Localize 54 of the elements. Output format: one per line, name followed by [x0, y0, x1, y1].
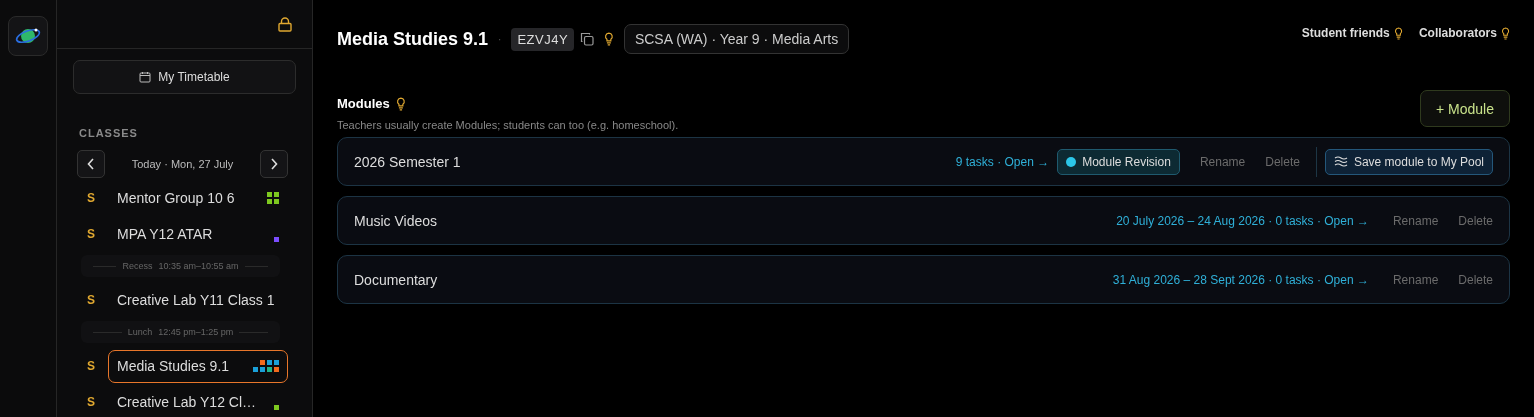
modules-hint: Teachers usually create Modules; students can too (e.g. homeschool).	[337, 119, 679, 131]
class-item[interactable]: Creative Lab Y11 Class 1	[108, 283, 288, 317]
lightbulb-icon	[604, 32, 614, 46]
chevron-right-icon	[270, 158, 278, 170]
copy-icon[interactable]	[580, 32, 595, 46]
waves-icon	[1333, 156, 1348, 167]
break-time: 12:45 pm–1:25 pm	[158, 327, 234, 337]
header-link[interactable]: Student friends	[1301, 26, 1403, 40]
orb-icon	[1066, 156, 1077, 167]
module-meta-link[interactable]: 9 tasks · Open →	[955, 154, 1050, 169]
delete-button[interactable]: Delete	[1458, 272, 1493, 287]
modules-title: Modules	[337, 96, 390, 111]
date-label: Today · Mon, 27 July	[131, 158, 234, 170]
module-name: 2026 Semester 1	[354, 153, 462, 170]
module-name: Music Videos	[354, 212, 438, 229]
chevron-left-icon	[87, 158, 95, 170]
break-name: Recess	[122, 261, 153, 271]
lightbulb-icon	[395, 96, 406, 111]
delete-button[interactable]: Delete	[1458, 213, 1493, 228]
lock-icon[interactable]	[278, 16, 292, 32]
class-letter: S	[87, 227, 96, 241]
class-letter: S	[87, 191, 96, 205]
delete-button[interactable]: Delete	[1265, 154, 1300, 169]
section-title: CLASSES	[78, 127, 139, 139]
lightbulb-icon	[1393, 26, 1403, 40]
class-letter: S	[87, 395, 96, 409]
lightbulb-icon	[1500, 26, 1510, 40]
rename-button[interactable]: Rename	[1392, 213, 1439, 228]
break-time: 10:35 am–10:55 am	[158, 261, 239, 271]
save-to-pool-button[interactable]: Save module to My Pool	[1324, 148, 1493, 175]
module-meta-link[interactable]: 31 Aug 2026 – 28 Sept 2026 · 0 tasks · Open →	[1112, 272, 1369, 287]
next-day-button[interactable]	[260, 150, 288, 178]
class-item[interactable]: Mentor Group 10 6	[108, 181, 288, 215]
header-link[interactable]: Collaborators	[1418, 26, 1510, 40]
break-name: Lunch	[127, 327, 153, 337]
separator-dot: ·	[498, 33, 502, 45]
module-meta-link[interactable]: 20 July 2026 – 24 Aug 2026 · 0 tasks · Open →	[1116, 213, 1369, 228]
class-code: EZVJ4Y	[511, 27, 575, 51]
app-logo[interactable]	[8, 16, 48, 56]
class-item[interactable]: MPA Y12 ATAR	[108, 217, 288, 251]
previous-day-button[interactable]	[77, 150, 105, 178]
add-module-button[interactable]: + Module	[1420, 90, 1510, 127]
timetable-button[interactable]: My Timetable	[73, 60, 296, 94]
class-letter: S	[87, 293, 96, 307]
module-name: Documentary	[354, 271, 439, 288]
class-item[interactable]: Creative Lab Y12 Cl…	[108, 385, 288, 417]
module-revision-button[interactable]: Module Revision	[1057, 148, 1180, 175]
rename-button[interactable]: Rename	[1199, 154, 1246, 169]
class-title: Media Studies 9.1	[337, 28, 489, 50]
curriculum-tag: SCSA (WA) · Year 9 · Media Arts	[623, 24, 850, 54]
rename-button[interactable]: Rename	[1392, 272, 1439, 287]
calendar-icon	[139, 71, 152, 83]
class-letter: S	[87, 359, 96, 373]
class-item[interactable]: Media Studies 9.1	[108, 349, 288, 383]
